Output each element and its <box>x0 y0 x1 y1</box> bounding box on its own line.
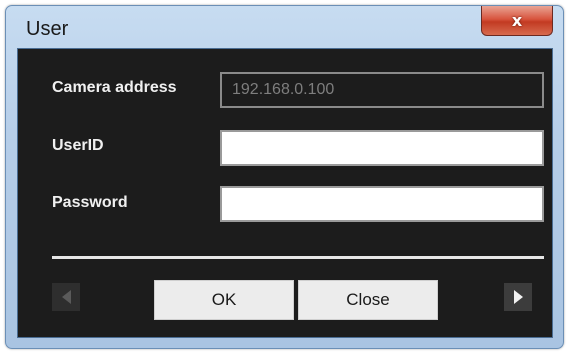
password-field[interactable] <box>220 186 544 222</box>
title-bar[interactable]: User x <box>6 6 563 48</box>
password-label: Password <box>52 194 128 211</box>
next-button[interactable] <box>504 283 532 311</box>
camera-address-field <box>220 72 544 108</box>
window-title: User <box>26 18 69 40</box>
close-button[interactable]: Close <box>298 280 438 320</box>
camera-address-label: Camera address <box>52 79 177 96</box>
user-id-label: UserID <box>52 137 104 154</box>
user-dialog-window: User x Camera address UserID Password OK… <box>5 5 564 349</box>
ok-button[interactable]: OK <box>154 280 294 320</box>
separator-line <box>52 256 544 259</box>
arrow-left-icon <box>61 290 71 304</box>
window-close-button[interactable]: x <box>481 6 553 36</box>
arrow-right-icon <box>513 290 523 304</box>
user-id-field[interactable] <box>220 130 544 166</box>
previous-button[interactable] <box>52 283 80 311</box>
close-icon: x <box>511 11 523 30</box>
dialog-body: Camera address UserID Password OK Close <box>17 48 553 338</box>
